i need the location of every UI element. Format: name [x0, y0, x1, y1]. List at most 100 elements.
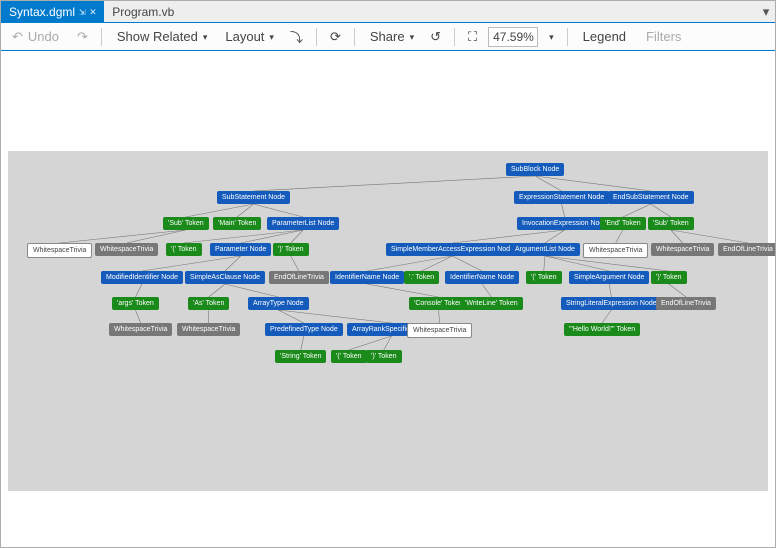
show-related-label: Show Related — [115, 29, 200, 44]
graph-node[interactable]: 'As' Token — [188, 297, 229, 310]
redo-button[interactable]: ↷ — [72, 26, 93, 48]
graph-node[interactable]: ')' Token — [273, 243, 309, 256]
graph-node[interactable]: 'End' Token — [600, 217, 646, 230]
graph-edge — [422, 256, 453, 271]
toolbar: ↶ Undo ↷ Show Related ▾ Layout ▾ ⤵ ⟳ Sha… — [1, 23, 775, 51]
close-icon[interactable]: ✕ — [90, 5, 97, 18]
undo-button[interactable]: ↶ Undo — [7, 26, 66, 48]
graph-node[interactable]: WhitespaceTrivia — [407, 323, 472, 338]
graph-edge — [209, 284, 225, 297]
graph-edge — [609, 284, 611, 297]
tab-syntax-dgml[interactable]: Syntax.dgml ⇲ ✕ — [1, 1, 104, 22]
graph-node[interactable]: '(' Token — [526, 271, 562, 284]
graph-node[interactable]: ModifiedIdentifier Node — [101, 271, 183, 284]
redo-icon: ↷ — [77, 29, 88, 45]
top-to-bottom-button[interactable]: ⤵ — [285, 26, 308, 48]
graph-edge — [291, 230, 303, 243]
graph-node[interactable]: SimpleAsClause Node — [185, 271, 265, 284]
graph-node[interactable]: PredefinedType Node — [265, 323, 343, 336]
graph-node[interactable]: 'args' Token — [112, 297, 159, 310]
graph-node[interactable]: '(' Token — [331, 350, 367, 363]
chevron-down-icon: ▾ — [549, 32, 554, 43]
graph-node[interactable]: WhitespaceTrivia — [177, 323, 240, 336]
window: Syntax.dgml ⇲ ✕ Program.vb ▾ ↶ Undo ↷ Sh… — [0, 0, 776, 548]
graph-node[interactable]: EndOfLineTrivia — [656, 297, 716, 310]
zoom-input[interactable]: 47.59% — [488, 27, 538, 47]
graph-node[interactable]: '.' Token — [404, 271, 439, 284]
graph-edge — [186, 204, 254, 217]
filters-label: Filters — [644, 29, 683, 44]
graph-node[interactable]: SimpleArgument Node — [569, 271, 649, 284]
separator — [354, 28, 355, 46]
refresh-icon: ⟳ — [330, 29, 341, 45]
graph-node[interactable]: WhitespaceTrivia — [27, 243, 92, 258]
graph-node[interactable]: ArrayType Node — [248, 297, 309, 310]
tab-program-vb[interactable]: Program.vb — [104, 1, 182, 22]
graph-node[interactable]: WhitespaceTrivia — [583, 243, 648, 258]
refresh-button[interactable]: ⟳ — [325, 26, 346, 48]
graph-node[interactable]: ArgumentList Node — [510, 243, 580, 256]
show-related-button[interactable]: Show Related ▾ — [110, 26, 212, 48]
graph-node[interactable]: ParameterList Node — [267, 217, 339, 230]
graph-edge — [535, 176, 651, 191]
graph-edge — [60, 230, 186, 243]
filters-button[interactable]: Filters — [639, 26, 688, 48]
graph-node[interactable]: 'Main' Token — [213, 217, 261, 230]
graph-edge — [301, 336, 304, 350]
tab-label: Syntax.dgml — [9, 5, 75, 19]
graph-edge — [367, 256, 452, 271]
graph-node[interactable]: SubStatement Node — [217, 191, 290, 204]
graph-edge — [482, 284, 491, 297]
legend-button[interactable]: Legend — [576, 26, 633, 48]
graph-node[interactable]: EndOfLineTrivia — [269, 271, 329, 284]
graph-node[interactable]: 'Sub' Token — [648, 217, 694, 230]
separator — [454, 28, 455, 46]
graph-node[interactable]: EndSubStatement Node — [608, 191, 694, 204]
graph-node[interactable]: Parameter Node — [210, 243, 271, 256]
graph-node[interactable]: StringLiteralExpression Node — [561, 297, 662, 310]
graph-edge — [184, 230, 303, 243]
share-button[interactable]: Share ▾ — [363, 26, 419, 48]
graph-node[interactable]: '"Hello World!"' Token — [564, 323, 640, 336]
graph-node[interactable]: ')' Token — [366, 350, 402, 363]
history-button[interactable]: ↺ — [425, 26, 446, 48]
graph-edge — [367, 284, 438, 297]
graph-node[interactable]: 'WriteLine' Token — [460, 297, 523, 310]
tab-overflow-dropdown[interactable]: ▾ — [757, 1, 775, 22]
graph-canvas[interactable]: SubBlock Node SubStatement Node Expression… — [8, 151, 768, 491]
graph-node[interactable]: EndOfLineTrivia — [718, 243, 775, 256]
graph-edge — [545, 230, 565, 243]
graph-edge — [349, 336, 392, 350]
graph-node[interactable]: 'String' Token — [275, 350, 326, 363]
graph-node[interactable]: SubBlock Node — [506, 163, 564, 176]
graph-viewport[interactable]: SubBlock Node SubStatement Node Expression… — [1, 51, 775, 547]
graph-node[interactable]: WhitespaceTrivia — [95, 243, 158, 256]
graph-edge — [438, 310, 439, 323]
graph-edge — [545, 256, 609, 271]
graph-node[interactable]: '(' Token — [166, 243, 202, 256]
graph-node[interactable]: IdentifierName Node — [330, 271, 404, 284]
graph-node[interactable]: InvocationExpression Node — [517, 217, 612, 230]
chevron-down-icon: ▾ — [410, 32, 415, 43]
zoom-dropdown[interactable]: ▾ — [544, 26, 559, 48]
fit-to-screen-button[interactable]: ⛶ — [463, 26, 482, 48]
graph-node[interactable]: IdentifierName Node — [445, 271, 519, 284]
graph-edge — [616, 230, 623, 243]
graph-edge — [384, 336, 392, 350]
graph-edge — [254, 176, 536, 191]
undo-icon: ↶ — [12, 29, 23, 45]
separator — [567, 28, 568, 46]
graph-edge — [135, 310, 140, 323]
pin-icon[interactable]: ⇲ — [79, 5, 86, 18]
graph-node[interactable]: 'Sub' Token — [163, 217, 209, 230]
layout-button[interactable]: Layout ▾ — [218, 26, 279, 48]
graph-node[interactable]: WhitespaceTrivia — [109, 323, 172, 336]
graph-node[interactable]: ')' Token — [651, 271, 687, 284]
tab-bar: Syntax.dgml ⇲ ✕ Program.vb ▾ — [1, 1, 775, 23]
graph-node[interactable]: WhitespaceTrivia — [651, 243, 714, 256]
graph-edge — [669, 284, 686, 297]
chevron-down-icon: ▾ — [269, 32, 274, 43]
graph-edge — [142, 256, 241, 271]
graph-node[interactable]: SimpleMemberAccessExpression Node — [386, 243, 519, 256]
graph-node[interactable]: ExpressionStatement Node — [514, 191, 609, 204]
